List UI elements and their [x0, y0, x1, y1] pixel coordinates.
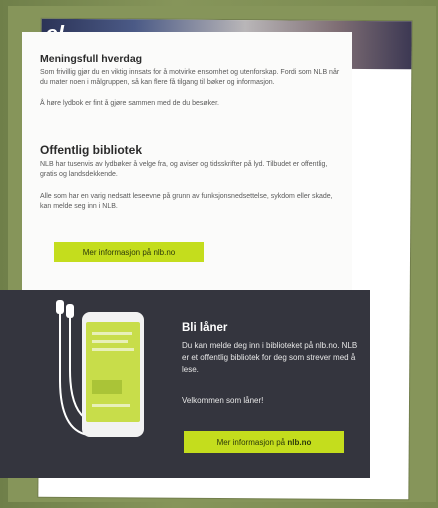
phone-screen [86, 322, 140, 422]
screen-graphic [92, 380, 122, 394]
more-info-button-bottom: Mer informasjon på nlb.no [184, 431, 344, 453]
section1-title: Meningsfull hverdag [40, 53, 143, 65]
more-info-button: Mer informasjon på nlb.no [54, 242, 204, 262]
welcome-text: Velkommen som låner! [182, 396, 264, 405]
screen-line [92, 348, 134, 351]
section2-extra: Alle som har en varig nedsatt leseevne p… [40, 193, 333, 210]
screen-line [92, 404, 130, 407]
screen-line [92, 332, 132, 335]
section2-body: NLB har tusenvis av lydbøker å velge fra… [40, 161, 328, 178]
section1-extra: Å høre lydbok er fint å gjøre sammen med… [40, 100, 219, 107]
become-borrower-body: Du kan melde deg inn i biblioteket på nl… [182, 341, 358, 374]
button-prefix: Mer informasjon på [216, 437, 286, 447]
button-link: nlb.no [287, 437, 312, 447]
become-borrower-title: Bli låner [182, 322, 228, 334]
section1-body: Som frivillig gjør du en viktig innsats … [40, 69, 340, 86]
section2-title: Offentlig bibliotek [40, 143, 142, 157]
screen-line [92, 340, 128, 343]
